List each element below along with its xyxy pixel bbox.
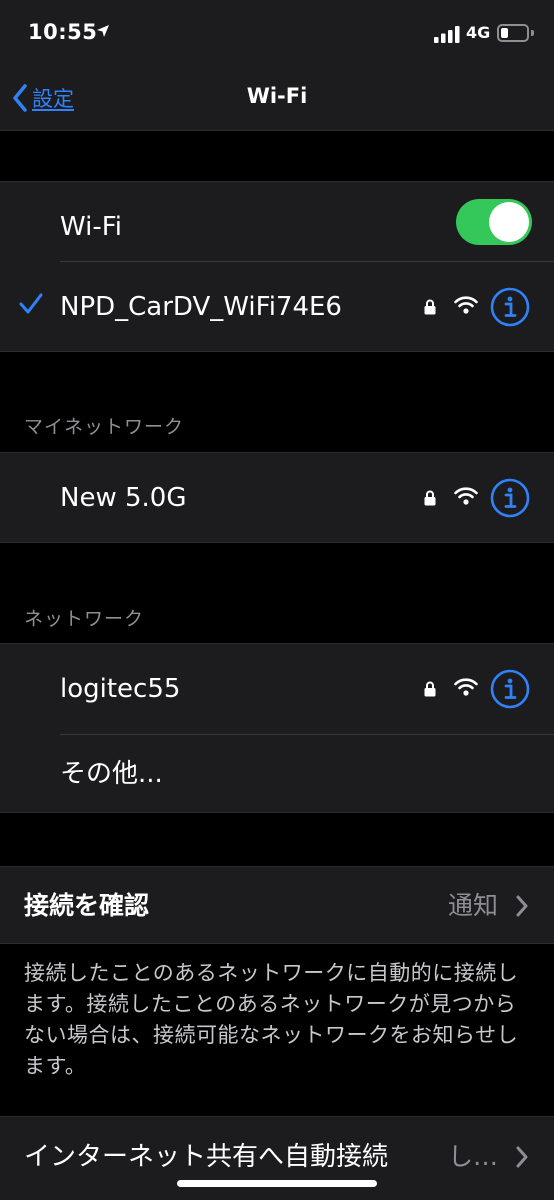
info-button-icon[interactable]: [490, 669, 530, 709]
wifi-signal-icon: [454, 296, 478, 314]
navigation-bar: 設定 Wi-Fi: [0, 70, 554, 131]
network-name: logitec55: [60, 674, 181, 704]
ask-to-join-description: 接続したことのあるネットワークに自動的に接続します。接続したことのあるネットワー…: [24, 961, 519, 1078]
location-arrow-icon: [97, 25, 109, 37]
connected-network-name: NPD_CarDV_WiFi74E6: [60, 292, 342, 322]
checkmark-icon: [19, 293, 43, 314]
network-type-label: 4G: [466, 23, 491, 42]
wifi-signal-icon: [454, 487, 478, 505]
toggle-knob: [489, 202, 529, 242]
battery-tip: [531, 30, 534, 36]
networks-group: logitec55 その他...: [0, 643, 554, 813]
status-bar: 10:55 4G: [0, 0, 554, 70]
chevron-right-icon: [516, 895, 528, 917]
lock-icon: [424, 299, 436, 315]
other-network-label: その他...: [60, 759, 163, 789]
other-network-row[interactable]: その他...: [0, 735, 554, 813]
cellular-signal-icon: [434, 26, 460, 43]
lock-icon: [424, 681, 436, 697]
network-name: New 5.0G: [60, 483, 187, 513]
auto-join-hotspot-row[interactable]: インターネット共有へ自動接続 し…: [0, 1116, 554, 1200]
my-networks-header: マイネットワーク: [24, 416, 185, 438]
ask-to-join-value: 通知: [447, 891, 498, 920]
wifi-toggle-label: Wi-Fi: [60, 212, 123, 242]
page-title: Wi-Fi: [246, 84, 308, 108]
network-row[interactable]: logitec55: [0, 644, 554, 734]
chevron-right-icon: [516, 1146, 528, 1168]
home-indicator[interactable]: [177, 1180, 377, 1187]
my-networks-group: New 5.0G: [0, 452, 554, 543]
status-time: 10:55: [28, 20, 98, 44]
ask-to-join-row[interactable]: 接続を確認 通知: [0, 866, 554, 944]
wifi-toggle-switch[interactable]: [456, 199, 532, 245]
connected-network-row[interactable]: NPD_CarDV_WiFi74E6: [0, 262, 554, 352]
wifi-signal-icon: [454, 678, 478, 696]
ask-to-join-label: 接続を確認: [24, 891, 150, 920]
networks-header: ネットワーク: [24, 608, 145, 630]
auto-join-hotspot-value: し…: [447, 1142, 498, 1171]
wifi-toggle-row: Wi-Fi: [0, 182, 554, 272]
info-button-icon[interactable]: [490, 287, 530, 327]
network-row[interactable]: New 5.0G: [0, 453, 554, 543]
info-button-icon[interactable]: [490, 478, 530, 518]
battery-icon: [497, 24, 529, 42]
wifi-main-group: Wi-Fi NPD_CarDV_WiFi74E6: [0, 181, 554, 352]
lock-icon: [424, 490, 436, 506]
